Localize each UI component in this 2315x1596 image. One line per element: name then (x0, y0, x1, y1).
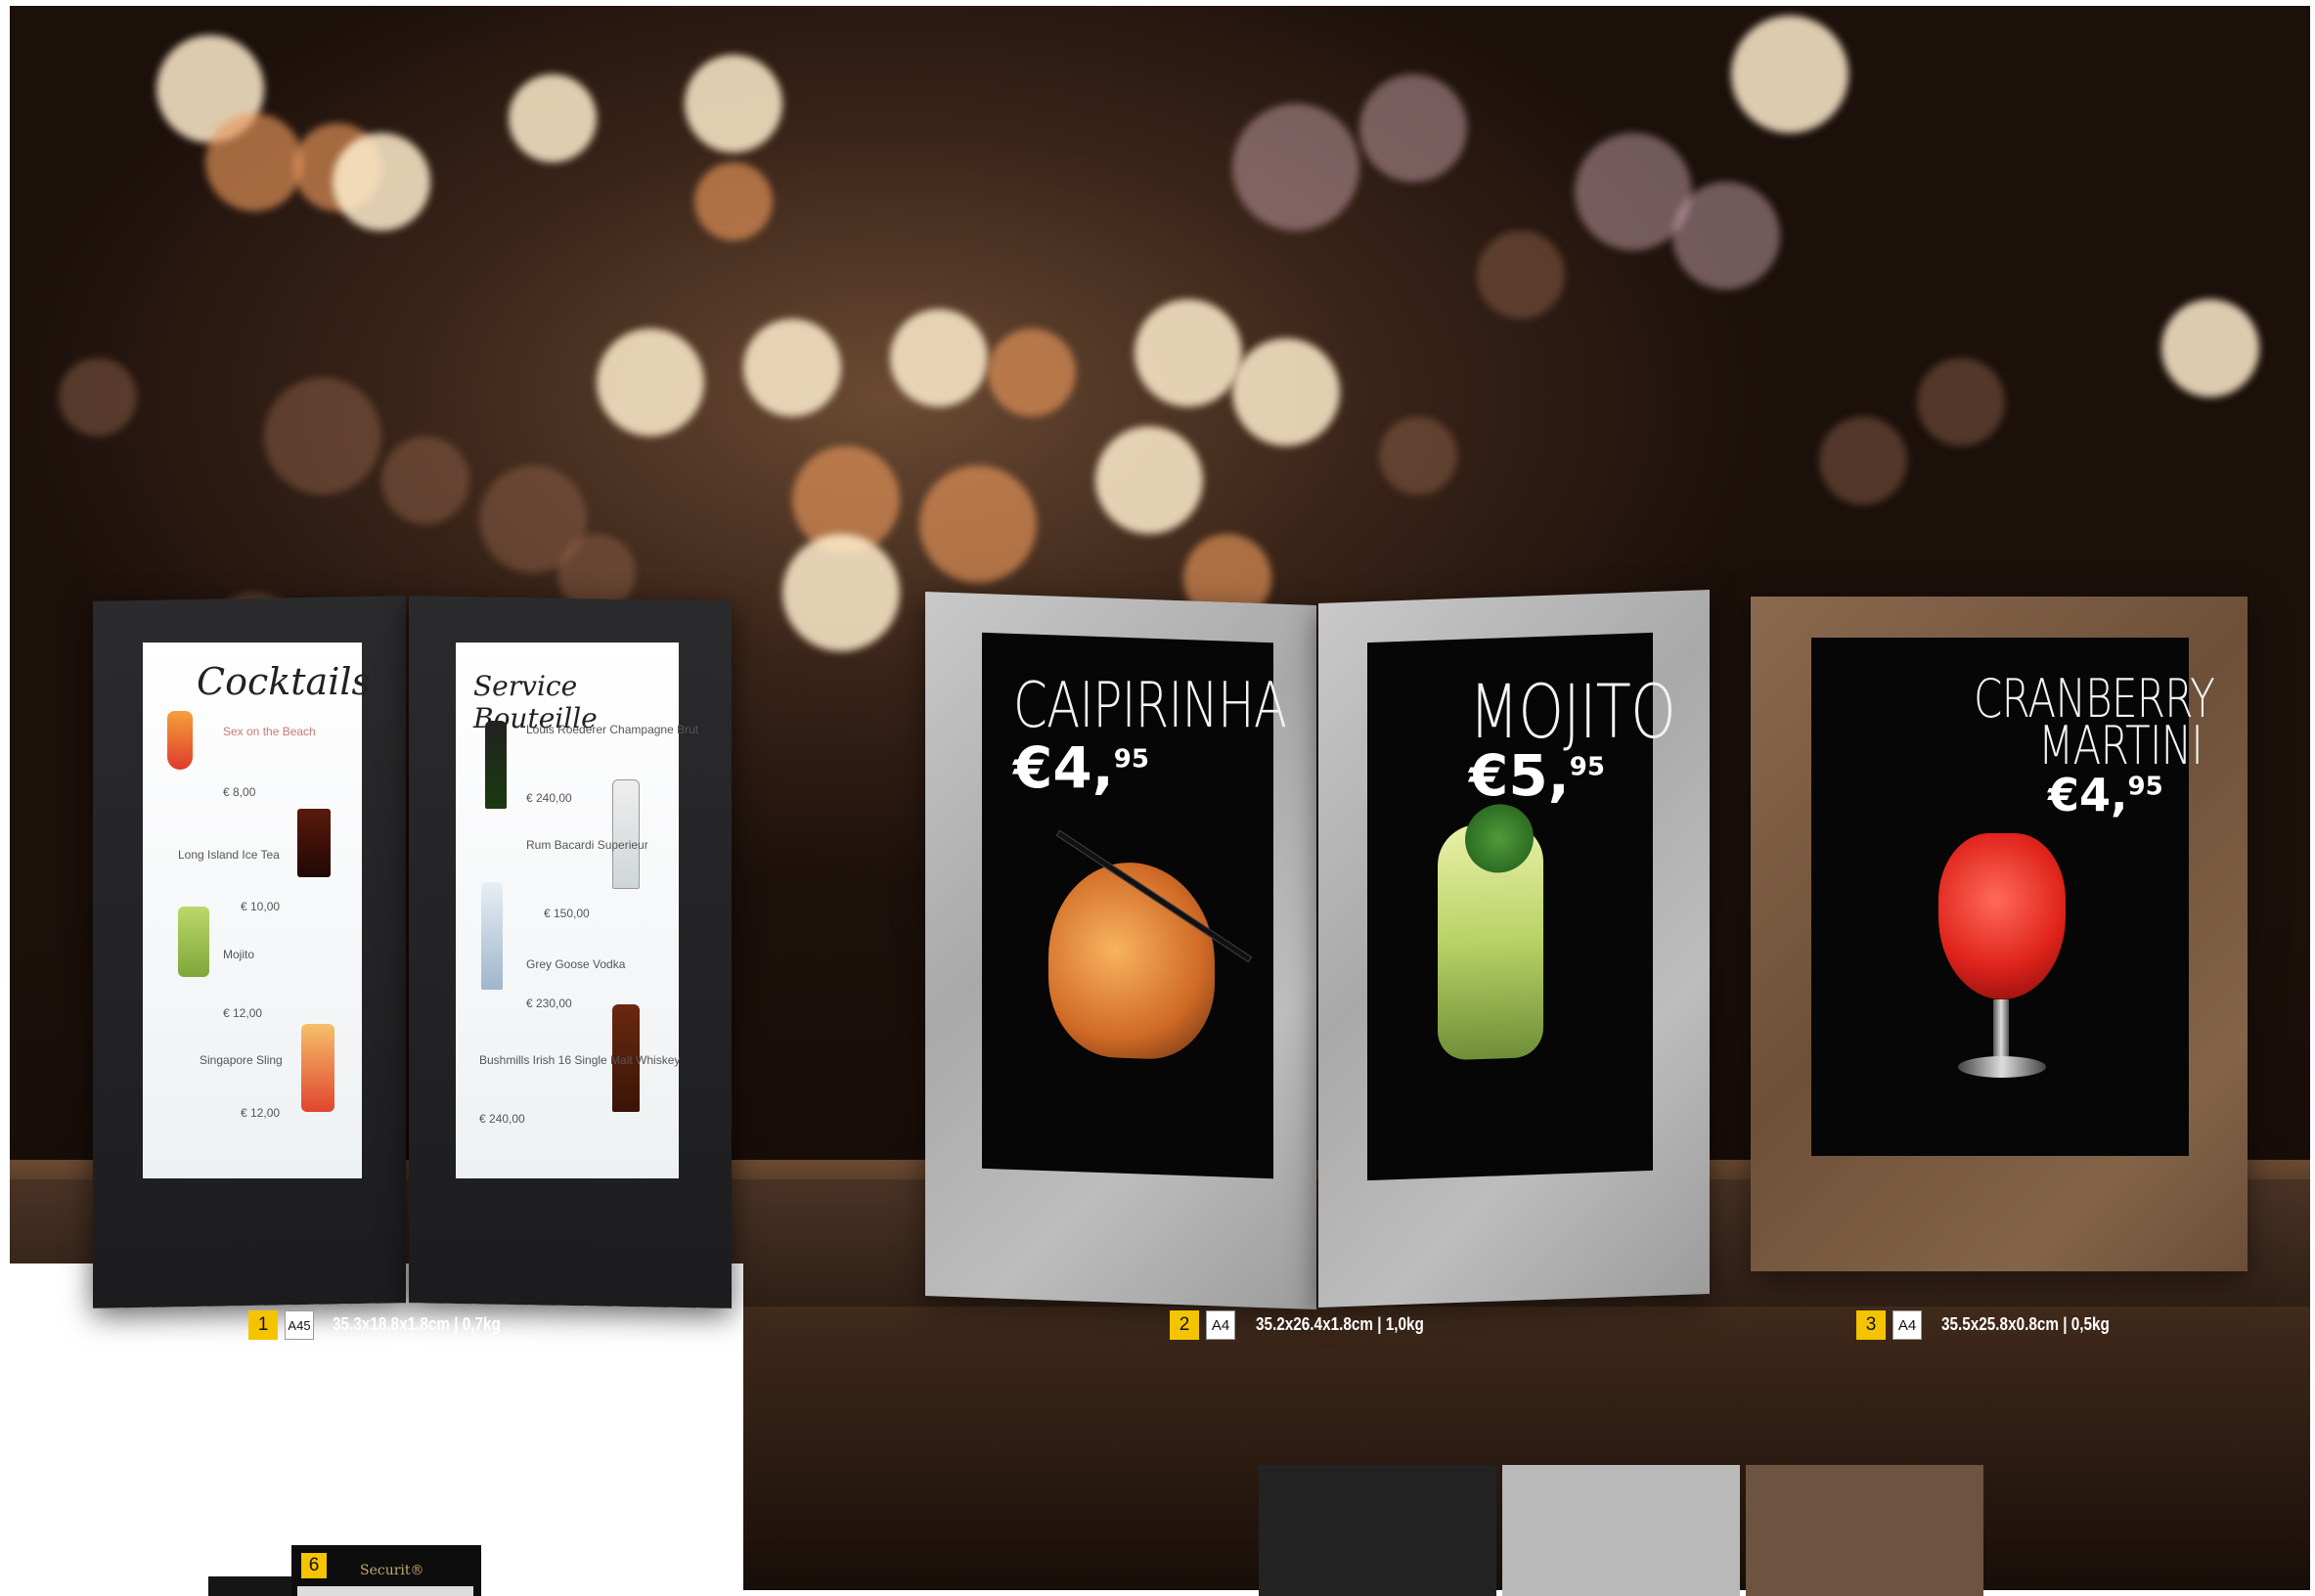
bottle-image (481, 882, 503, 990)
bottle-image (485, 721, 507, 809)
product-3-number: 3 (1856, 1310, 1886, 1340)
drink-name-mojito: MOJITO (1469, 668, 1676, 755)
menu-item: Singapore Sling (200, 1053, 283, 1067)
bokeh-light (1232, 104, 1359, 231)
bokeh-light (2161, 299, 2259, 397)
product-2-size: A4 (1206, 1310, 1235, 1340)
bokeh-light (1359, 74, 1467, 182)
bokeh-light (1819, 417, 1907, 505)
drink-name-caipirinha: CAIPIRINHA (1013, 670, 1287, 742)
jar-drink-image (1048, 860, 1215, 1062)
swatch-black[interactable] (1259, 1465, 1496, 1596)
menu-price: € 12,00 (223, 1006, 263, 1020)
bokeh-light (1135, 299, 1242, 407)
product-6-number: 6 (301, 1553, 327, 1578)
product-1-specs: 35.3x18.8x1.8cm | 0,7kg (333, 1314, 501, 1334)
glass-image (167, 711, 193, 770)
bokeh-light (1232, 338, 1340, 446)
menu-price: € 8,00 (223, 785, 256, 799)
bokeh-light (782, 534, 900, 651)
product-2-specs: 35.2x26.4x1.8cm | 1,0kg (1256, 1314, 1424, 1334)
glass-image (297, 809, 331, 877)
bokeh-light (1731, 16, 1848, 133)
drink-price-cranberry-martini: €4,95 (2048, 773, 2163, 818)
menu-price: € 10,00 (241, 900, 281, 913)
insert-description: EN Use with the Securit® transparent ins… (213, 1422, 714, 1512)
product-3-size: A4 (1892, 1310, 1922, 1340)
glass-image (301, 1024, 334, 1112)
dark-thumbnail-strip (208, 1576, 296, 1596)
menu-price: € 240,00 (526, 791, 572, 805)
product-2-number: 2 (1170, 1310, 1199, 1340)
desc-de: Bestückung mit Securit® Einlegefolien. (374, 1441, 610, 1456)
cranberry-martini-image (1938, 833, 2066, 999)
bokeh-light (333, 133, 430, 231)
menu-item: Sex on the Beach (223, 725, 316, 738)
bokeh-light (509, 74, 597, 162)
menu-item: Mojito (223, 948, 255, 961)
menu-price: € 150,00 (544, 907, 590, 920)
securit-logo: Securit® (360, 1563, 424, 1578)
product-1-left-insert: Cocktails Sex on the Beach € 8,00 Long I… (143, 643, 371, 1178)
bokeh-light (381, 436, 469, 524)
bokeh-light (988, 329, 1076, 417)
bokeh-light (597, 329, 704, 436)
product-1-right-insert: Service Bouteille Louis Roederer Champag… (456, 643, 698, 1178)
bokeh-light (264, 377, 381, 495)
bokeh-light (1477, 231, 1565, 319)
price-main: €4, (2048, 769, 2128, 821)
menu-price: € 230,00 (526, 997, 572, 1010)
price-main: €4, (1013, 734, 1114, 801)
glass-base-image (1958, 1056, 2046, 1078)
desc-en: Use with the Securit® transparent insert… (236, 1422, 511, 1438)
bokeh-light (1379, 417, 1457, 495)
menu-item: Bushmills Irish 16 Single Malt Whiskey (479, 1053, 681, 1067)
bokeh-light (890, 309, 988, 407)
product-1-size: A45 (285, 1310, 314, 1340)
swatch-silver[interactable] (1502, 1465, 1740, 1596)
menu-price: € 12,00 (241, 1106, 281, 1120)
menu-price: € 240,00 (479, 1112, 525, 1126)
drink-name-martini: MARTINI (2038, 715, 2204, 776)
bokeh-light (1672, 182, 1780, 289)
price-cents: 95 (1113, 744, 1149, 775)
bokeh-light (743, 319, 841, 417)
bokeh-light (694, 162, 773, 241)
thumbnail-board (297, 1586, 473, 1596)
drink-price-caipirinha: €4,95 (1013, 739, 1149, 796)
bokeh-light (59, 358, 137, 436)
bokeh-light (1095, 426, 1203, 534)
glass-image (178, 907, 209, 977)
desc-pt: Para utilizar com inserções Securit®. (213, 1478, 438, 1493)
bokeh-light (205, 113, 303, 211)
menu-item: Long Island Ice Tea (178, 848, 280, 862)
glass-stem-image (1993, 999, 2009, 1058)
menu-item: Rum Bacardi Superieur (526, 838, 648, 852)
product-3-specs: 35.5x25.8x0.8cm | 0,5kg (1941, 1314, 2110, 1334)
price-main: €5, (1469, 742, 1570, 809)
menu-item: Louis Roederer Champagne Brut (526, 723, 699, 736)
drink-price-mojito: €5,95 (1469, 747, 1605, 804)
price-cents: 95 (2127, 772, 2163, 802)
bokeh-light (919, 466, 1037, 583)
bottle-image (612, 779, 640, 889)
bokeh-light (685, 55, 782, 153)
price-cents: 95 (1569, 752, 1605, 782)
desc-es: Da utilizzare con gli inserti trasparent… (394, 1459, 683, 1475)
bokeh-light (1917, 358, 2005, 446)
product-6-thumbnail: 6 Securit® (291, 1545, 481, 1596)
swatch-bronze[interactable] (1746, 1465, 1983, 1596)
menu-item: Grey Goose Vodka (526, 957, 626, 971)
product-1-number: 1 (248, 1310, 278, 1340)
menu-title-cocktails: Cocktails (197, 660, 371, 703)
